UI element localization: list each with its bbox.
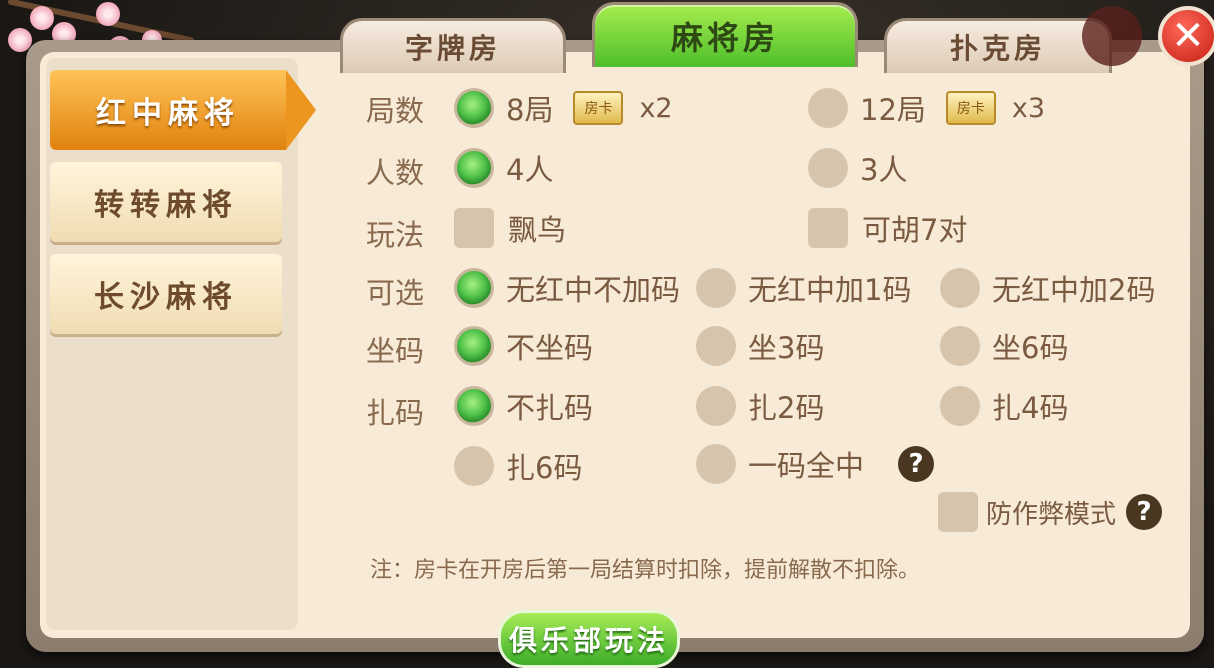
option-text: 无红中加1码 xyxy=(748,273,912,307)
sit-code-option-6[interactable]: 坐6码 xyxy=(940,326,1068,366)
room-card-multiplier: x2 xyxy=(639,92,673,124)
tab-word-card-room[interactable]: 字牌房 xyxy=(340,18,566,73)
radio-icon[interactable] xyxy=(454,446,494,486)
players-option-4[interactable]: 4人 xyxy=(454,148,553,188)
sit-code-label: 坐码 xyxy=(366,334,425,368)
club-play-button[interactable]: 俱乐部玩法 xyxy=(498,610,680,668)
option-text: 扎4码 xyxy=(992,391,1069,425)
room-card-note: 注：房卡在开房后第一局结算时扣除，提前解散不扣除。 xyxy=(370,558,921,583)
option-text: 12局 xyxy=(860,93,926,127)
checkbox-icon[interactable] xyxy=(808,208,848,248)
room-card-icon: 房卡 xyxy=(573,91,624,125)
close-button[interactable]: ✕ xyxy=(1158,6,1214,66)
option-text: 一码全中 xyxy=(748,449,865,483)
zha-code-option-all-in-one[interactable]: 一码全中 xyxy=(696,444,864,484)
tab-poker-room[interactable]: 扑克房 xyxy=(884,18,1112,73)
radio-selected-icon[interactable] xyxy=(454,88,494,128)
play-label: 玩法 xyxy=(366,218,425,252)
rounds-label: 局数 xyxy=(366,94,425,128)
radio-selected-icon[interactable] xyxy=(454,326,494,366)
room-card-multiplier: x3 xyxy=(1011,92,1046,124)
tab-mahjong-room[interactable]: 麻将房 xyxy=(592,2,858,67)
anti-cheat-help-icon[interactable]: ? xyxy=(1126,494,1162,530)
radio-selected-icon[interactable] xyxy=(454,148,494,188)
radio-icon[interactable] xyxy=(940,386,980,426)
radio-selected-icon[interactable] xyxy=(454,268,494,308)
option-text: 4人 xyxy=(506,153,554,187)
sidebar-item-zhuanzhuan-mahjong[interactable]: 转转麻将 xyxy=(50,162,282,242)
option-text: 无红中加2码 xyxy=(992,273,1156,307)
option-text: 8局 xyxy=(506,93,554,127)
option-text: 无红中不加码 xyxy=(506,273,681,307)
players-label: 人数 xyxy=(366,156,425,190)
zha-code-option-4[interactable]: 扎4码 xyxy=(940,386,1068,426)
rounds-option-12[interactable]: 12局 房卡 x3 xyxy=(808,88,1045,128)
optional-label: 可选 xyxy=(366,276,425,310)
sidebar-item-changsha-mahjong[interactable]: 长沙麻将 xyxy=(50,254,282,334)
players-option-3[interactable]: 3人 xyxy=(808,148,907,188)
option-text: 坐3码 xyxy=(748,331,825,365)
option-text: 不坐码 xyxy=(506,331,594,365)
radio-icon[interactable] xyxy=(940,268,980,308)
checkbox-icon[interactable] xyxy=(938,492,978,532)
radio-icon[interactable] xyxy=(940,326,980,366)
help-icon[interactable]: ? xyxy=(898,446,934,482)
background-close-icon xyxy=(1082,6,1142,66)
zha-code-option-2[interactable]: 扎2码 xyxy=(696,386,824,426)
rounds-option-8[interactable]: 8局 房卡 x2 xyxy=(454,88,673,128)
option-text: 飘鸟 xyxy=(508,213,567,247)
option-text: 扎2码 xyxy=(748,391,825,425)
sit-code-option-3[interactable]: 坐3码 xyxy=(696,326,824,366)
radio-selected-icon[interactable] xyxy=(454,386,494,426)
zha-code-label: 扎码 xyxy=(366,396,425,430)
zha-code-option-6[interactable]: 扎6码 xyxy=(454,446,582,486)
optional-option-plus-1[interactable]: 无红中加1码 xyxy=(696,268,911,308)
play-option-piaoniao[interactable]: 飘鸟 xyxy=(454,208,566,248)
sit-code-option-none[interactable]: 不坐码 xyxy=(454,326,593,366)
option-text: 扎6码 xyxy=(506,451,583,485)
zha-code-option-none[interactable]: 不扎码 xyxy=(454,386,593,426)
option-text: 防作弊模式 xyxy=(986,499,1117,530)
option-text: 可胡7对 xyxy=(862,213,968,247)
radio-icon[interactable] xyxy=(808,88,848,128)
option-text: 3人 xyxy=(860,153,908,187)
optional-option-no-extra[interactable]: 无红中不加码 xyxy=(454,268,680,308)
optional-option-plus-2[interactable]: 无红中加2码 xyxy=(940,268,1155,308)
anti-cheat-option[interactable]: 防作弊模式 xyxy=(938,492,1116,532)
room-card-icon: 房卡 xyxy=(945,91,996,125)
radio-icon[interactable] xyxy=(696,386,736,426)
radio-icon[interactable] xyxy=(808,148,848,188)
checkbox-icon[interactable] xyxy=(454,208,494,248)
play-option-seven-pairs[interactable]: 可胡7对 xyxy=(808,208,967,248)
sidebar-item-hongzhong-mahjong[interactable]: 红中麻将 xyxy=(50,70,316,150)
option-text: 坐6码 xyxy=(992,331,1069,365)
option-text: 不扎码 xyxy=(506,391,594,425)
radio-icon[interactable] xyxy=(696,444,736,484)
radio-icon[interactable] xyxy=(696,268,736,308)
radio-icon[interactable] xyxy=(696,326,736,366)
